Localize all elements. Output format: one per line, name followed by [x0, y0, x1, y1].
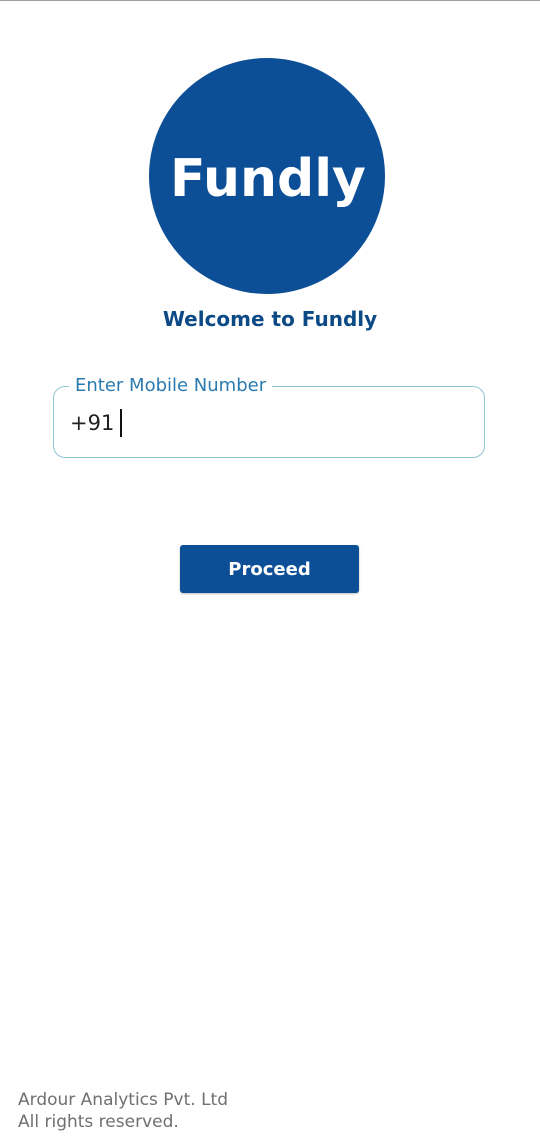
mobile-number-input[interactable]: +91 [70, 409, 123, 437]
proceed-button[interactable]: Proceed [180, 545, 359, 593]
mobile-number-value: +91 [70, 411, 115, 435]
status-divider [0, 0, 540, 1]
text-cursor [120, 409, 123, 437]
mobile-number-label: Enter Mobile Number [69, 375, 273, 397]
welcome-title: Welcome to Fundly [162, 307, 378, 331]
footer-company: Ardour Analytics Pvt. Ltd [18, 1090, 228, 1110]
footer-rights: All rights reserved. [18, 1112, 179, 1132]
footer: Ardour Analytics Pvt. Ltd All rights res… [18, 1089, 228, 1133]
mobile-number-field[interactable]: Enter Mobile Number +91 [53, 375, 485, 458]
fundly-logo: Fundly [149, 58, 385, 294]
logo-text: Fundly [170, 149, 366, 209]
